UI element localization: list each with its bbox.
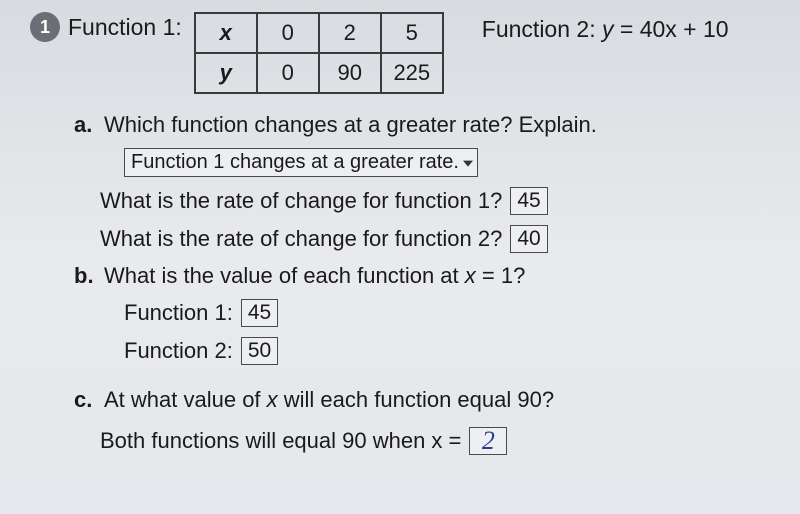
table-cell: 0 bbox=[257, 53, 319, 93]
part-a-question1: a. Which function changes at a greater r… bbox=[74, 112, 780, 138]
part-a-q1-text: Which function changes at a greater rate… bbox=[104, 112, 597, 138]
table-x-header: x bbox=[195, 13, 257, 53]
part-b-q-text: What is the value of each function at x … bbox=[104, 263, 525, 289]
part-b-f1-label: Function 1: bbox=[124, 300, 233, 326]
value-function1-input[interactable]: 45 bbox=[241, 299, 278, 327]
equal90-x-input[interactable]: 2 bbox=[469, 427, 507, 455]
part-c-question: c. At what value of x will each function… bbox=[74, 387, 780, 413]
value-function2-input[interactable]: 50 bbox=[241, 337, 278, 365]
part-c-answer-row: Both functions will equal 90 when x = 2 bbox=[100, 427, 780, 455]
part-c-q-text: At what value of x will each function eq… bbox=[104, 387, 554, 413]
rate-function2-input[interactable]: 40 bbox=[510, 225, 547, 253]
table-y-header: y bbox=[195, 53, 257, 93]
part-b-f2-row: Function 2: 50 bbox=[124, 337, 780, 365]
part-a-q2-row: What is the rate of change for function … bbox=[100, 187, 780, 215]
part-c-label: c. bbox=[74, 387, 96, 413]
rate-function1-input[interactable]: 45 bbox=[510, 187, 547, 215]
rate-comparison-select[interactable]: Function 1 changes at a greater rate. bbox=[124, 148, 478, 177]
table-row: y 0 90 225 bbox=[195, 53, 443, 93]
part-b-label: b. bbox=[74, 263, 96, 289]
question-body: a. Which function changes at a greater r… bbox=[74, 112, 780, 455]
table-cell: 2 bbox=[319, 13, 381, 53]
part-a-label: a. bbox=[74, 112, 96, 138]
part-c-answer-prefix: Both functions will equal 90 when x = bbox=[100, 428, 461, 454]
table-row: x 0 2 5 bbox=[195, 13, 443, 53]
table-cell: 5 bbox=[381, 13, 443, 53]
table-cell: 90 bbox=[319, 53, 381, 93]
part-b-f1-row: Function 1: 45 bbox=[124, 299, 780, 327]
question-number-badge: 1 bbox=[30, 12, 60, 42]
part-a-q3-text: What is the rate of change for function … bbox=[100, 226, 502, 252]
part-a-q3-row: What is the rate of change for function … bbox=[100, 225, 780, 253]
function1-table: x 0 2 5 y 0 90 225 bbox=[194, 12, 444, 94]
part-b-question: b. What is the value of each function at… bbox=[74, 263, 780, 289]
part-a-q2-text: What is the rate of change for function … bbox=[100, 188, 502, 214]
table-cell: 0 bbox=[257, 13, 319, 53]
part-b-f2-label: Function 2: bbox=[124, 338, 233, 364]
table-cell: 225 bbox=[381, 53, 443, 93]
part-a-dropdown-row: Function 1 changes at a greater rate. bbox=[124, 148, 780, 177]
header-row: 1 Function 1: x 0 2 5 y 0 90 225 Functio… bbox=[30, 12, 780, 94]
function1-label: Function 1: bbox=[68, 12, 182, 41]
function2-equation: Function 2: y = 40x + 10 bbox=[482, 12, 729, 43]
